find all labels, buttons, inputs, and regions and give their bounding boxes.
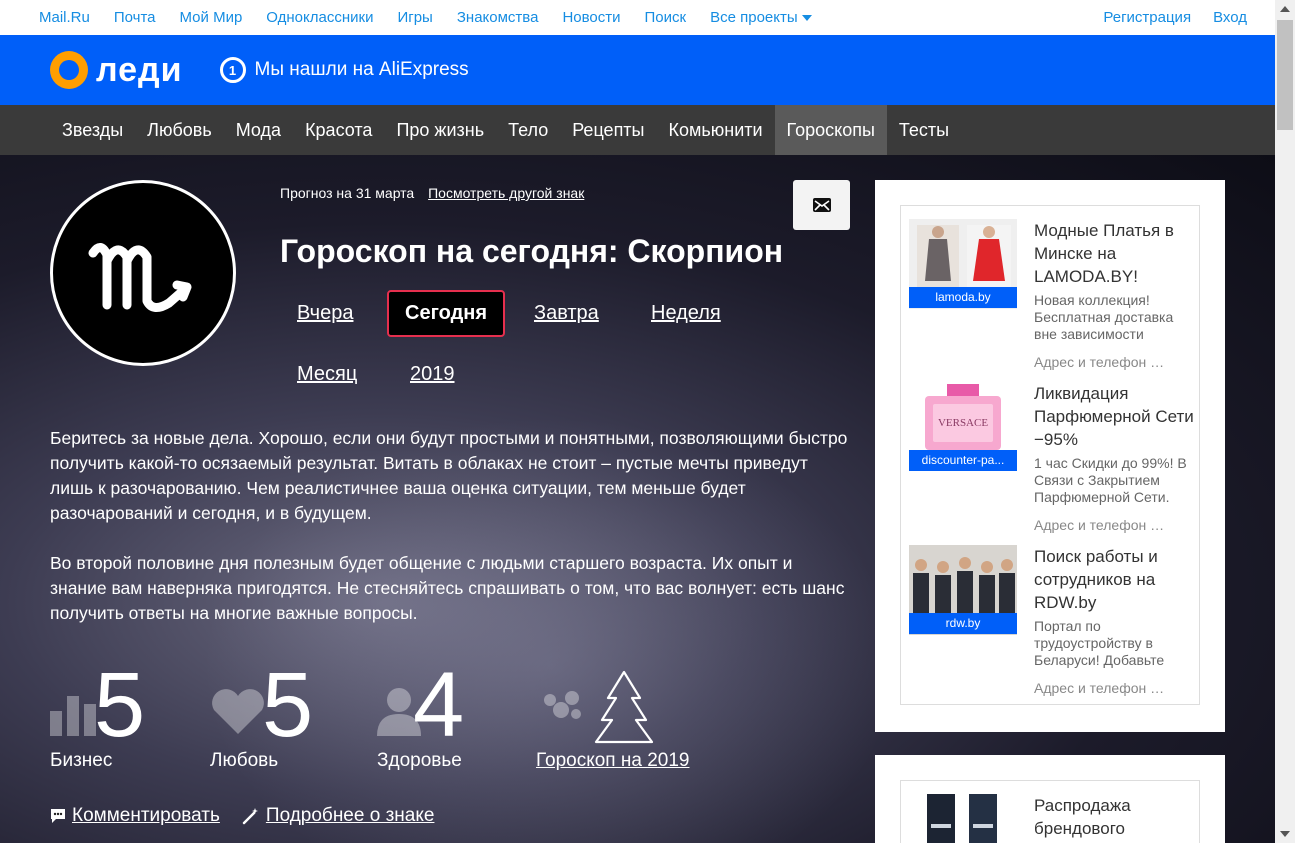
nav-item-tests[interactable]: Тесты xyxy=(887,105,961,155)
ad-description: Новая коллекция! Бесплатная доставка вне… xyxy=(1034,292,1174,342)
page-title: Гороскоп на сегодня: Скорпион xyxy=(280,233,784,269)
ad-title[interactable]: Модные Платья в Минске на LAMODA.BY! xyxy=(1034,219,1194,288)
nav-item-love[interactable]: Любовь xyxy=(135,105,224,155)
sign-details-link[interactable]: Подробнее о знаке xyxy=(242,805,435,827)
forecast-breadcrumb: Прогноз на 31 марта Посмотреть другой зн… xyxy=(280,185,584,201)
bar-chart-icon xyxy=(50,696,96,736)
scroll-up-arrow-icon[interactable] xyxy=(1280,6,1290,12)
tab-week[interactable]: Неделя xyxy=(651,302,721,325)
ad-title[interactable]: Распродажа брендового xyxy=(1034,794,1194,840)
horoscope-paragraph-1: Беритесь за новые дела. Хорошо, если они… xyxy=(50,428,848,523)
nav-item-body[interactable]: Тело xyxy=(496,105,560,155)
aliexpress-icon: 1 xyxy=(219,57,246,83)
ad-address[interactable]: Адрес и телефон … xyxy=(1034,680,1194,696)
horoscope-paragraph-2: Во второй половине дня полезным будет об… xyxy=(50,553,845,623)
ad-address[interactable]: Адрес и телефон … xyxy=(1034,354,1194,370)
all-projects-label: Все проекты xyxy=(710,9,798,26)
envelope-icon xyxy=(812,198,831,212)
other-sign-link[interactable]: Посмотреть другой знак xyxy=(428,185,584,201)
health-label: Здоровье xyxy=(377,750,462,771)
tab-tomorrow[interactable]: Завтра xyxy=(534,302,599,325)
portal-link-mail[interactable]: Почта xyxy=(114,9,156,26)
tab-month[interactable]: Месяц xyxy=(297,363,357,386)
nav-item-horoscopes[interactable]: Гороскопы xyxy=(774,105,887,155)
forecast-date: Прогноз на 31 марта xyxy=(280,185,415,201)
login-link[interactable]: Вход xyxy=(1213,9,1247,26)
portal-link-search[interactable]: Поиск xyxy=(645,9,687,26)
portal-link-dating[interactable]: Знакомства xyxy=(457,9,539,26)
rating-love: 5 Любовь xyxy=(210,654,314,772)
portal-link-myworld[interactable]: Мой Мир xyxy=(180,9,243,26)
portal-link-ok[interactable]: Одноклассники xyxy=(266,9,373,26)
nav-item-life[interactable]: Про жизнь xyxy=(384,105,496,155)
tab-2019[interactable]: 2019 xyxy=(410,363,455,386)
ad-description: Портал по трудоустройству в Беларуси! До… xyxy=(1034,618,1165,668)
nav-item-stars[interactable]: Звезды xyxy=(50,105,135,155)
page-scrollbar[interactable] xyxy=(1275,0,1295,843)
business-score: 5 xyxy=(94,654,146,756)
comment-label: Комментировать xyxy=(72,805,220,826)
ad-source: lamoda.by xyxy=(909,287,1017,308)
ad-panel-2: Распродажа брендового xyxy=(875,755,1225,843)
sign-details-label: Подробнее о знаке xyxy=(265,805,435,826)
ad-title[interactable]: Ликвидация Парфюмерной Сети −95% xyxy=(1034,382,1194,451)
rating-health: 4 Здоровье xyxy=(377,659,464,772)
scorpio-sign-icon xyxy=(50,180,236,366)
portal-link-games[interactable]: Игры xyxy=(397,9,432,26)
lady-logo[interactable]: леди xyxy=(50,51,183,90)
ad-block-2: Распродажа брендового xyxy=(900,780,1200,843)
nav-item-community[interactable]: Комьюнити xyxy=(657,105,775,155)
horoscope-2019-link[interactable]: Гороскоп на 2019 xyxy=(536,750,689,772)
person-icon xyxy=(377,688,421,736)
heart-icon xyxy=(212,689,264,734)
ad-source: rdw.by xyxy=(909,613,1017,634)
ad-description: 1 час Скидки до 99%! В Связи с Закрытием… xyxy=(1034,455,1187,505)
register-link[interactable]: Регистрация xyxy=(1103,9,1191,26)
love-score: 5 xyxy=(262,654,314,756)
main-nav: Звезды Любовь Мода Красота Про жизнь Тел… xyxy=(0,105,1275,155)
nav-item-beauty[interactable]: Красота xyxy=(293,105,384,155)
nav-item-recipes[interactable]: Рецепты xyxy=(560,105,656,155)
ad-image-cosmetics xyxy=(909,794,1017,843)
scroll-thumb[interactable] xyxy=(1277,20,1293,130)
comment-icon xyxy=(51,809,65,823)
tab-yesterday[interactable]: Вчера xyxy=(297,302,353,325)
portal-bar: Mail.Ru Почта Мой Мир Одноклассники Игры… xyxy=(0,0,1275,35)
ad-address[interactable]: Адрес и телефон … xyxy=(1034,517,1194,533)
site-header: леди 1 Мы нашли на AliExpress xyxy=(0,35,1275,105)
portal-link-mailru[interactable]: Mail.Ru xyxy=(39,9,90,26)
share-mail-button[interactable] xyxy=(793,180,850,230)
article-actions: Комментировать Подробнее о знаке xyxy=(50,805,434,827)
ad-source: discounter-pa... xyxy=(909,450,1017,471)
ad-address-label: Адрес и телефон xyxy=(1034,517,1147,533)
ad-brand-text: VERSACE xyxy=(938,417,988,429)
portal-link-news[interactable]: Новости xyxy=(562,9,620,26)
at-logo-icon xyxy=(50,51,88,89)
aliexpress-promo[interactable]: 1 Мы нашли на AliExpress xyxy=(219,57,469,83)
scroll-down-arrow-icon[interactable] xyxy=(1280,831,1290,837)
rating-business: 5 Бизнес xyxy=(50,654,146,772)
nav-item-fashion[interactable]: Мода xyxy=(224,105,293,155)
logo-text: леди xyxy=(96,50,183,89)
chevron-down-icon xyxy=(801,15,812,22)
portal-links: Mail.Ru Почта Мой Мир Одноклассники Игры… xyxy=(0,9,836,26)
ad-block: lamoda.by Модные Платья в Минске на LAMO… xyxy=(900,205,1200,705)
ad-panel: lamoda.by Модные Платья в Минске на LAMO… xyxy=(875,180,1225,732)
aliexpress-text: Мы нашли на AliExpress xyxy=(254,59,469,80)
comment-link[interactable]: Комментировать xyxy=(50,805,220,827)
ad-title[interactable]: Поиск работы и сотрудников на RDW.by xyxy=(1034,545,1194,614)
tab-today[interactable]: Сегодня xyxy=(387,290,506,337)
magic-wand-icon xyxy=(242,808,258,825)
ad-address-label: Адрес и телефон xyxy=(1034,680,1147,696)
ad-address-label: Адрес и телефон xyxy=(1034,354,1147,370)
portal-link-all-projects[interactable]: Все проекты xyxy=(710,9,812,26)
christmas-tree-icon xyxy=(544,670,654,744)
